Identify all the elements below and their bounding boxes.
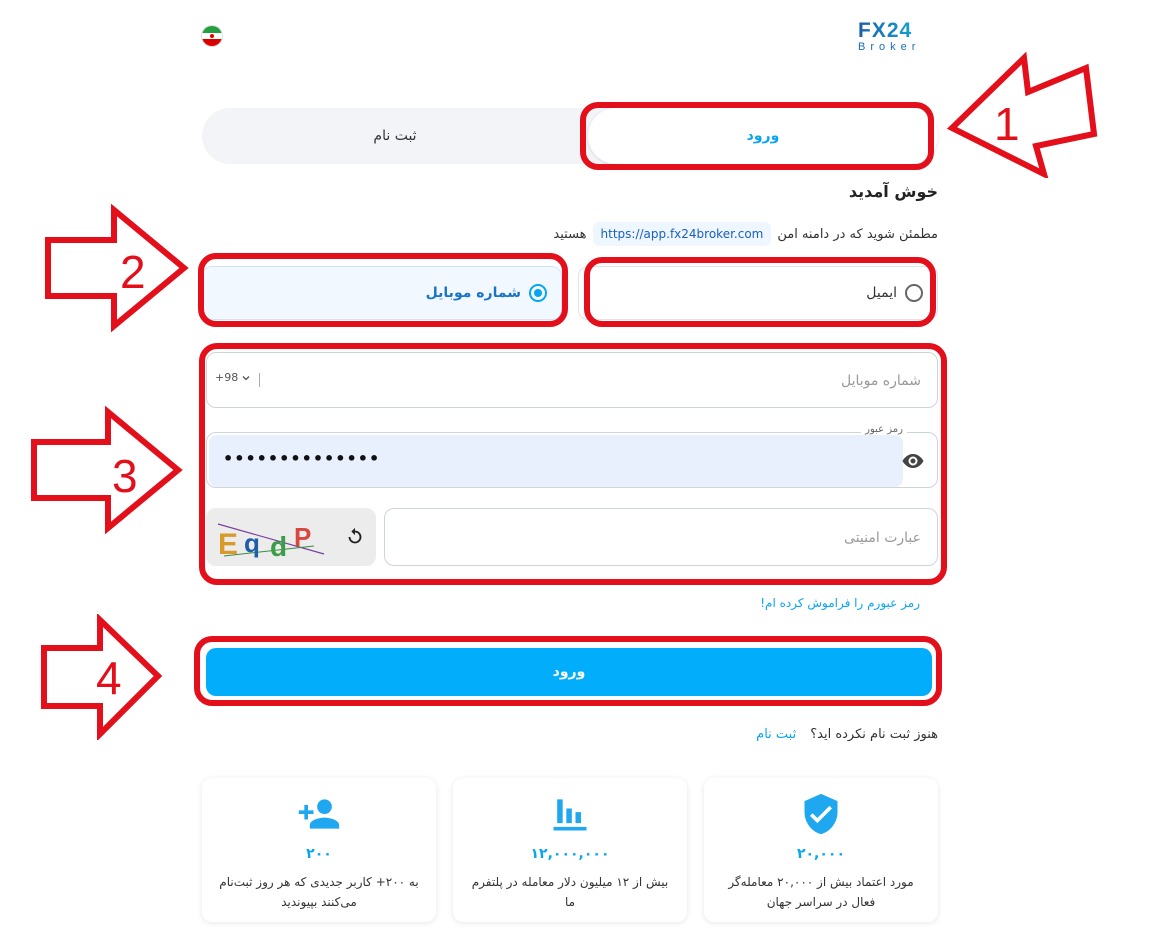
arrow-2-icon: 2 [45, 204, 189, 333]
bar-chart-icon [553, 799, 587, 831]
secure-notice-before: مطمئن شوید که در دامنه امن [777, 226, 938, 242]
highlight-mobile-option [198, 253, 568, 327]
stat-description: بیش از ۱۲ میلیون دلار معامله در پلتفرم م… [471, 875, 669, 909]
highlight-login-tab [580, 102, 934, 170]
stat-number: ۱۲,۰۰۰,۰۰۰ [530, 846, 610, 862]
stat-description: به ۲۰۰+ کاربر جدیدی که هر روز ثبت‌نام می… [219, 875, 419, 909]
logo-sub-text: Broker [858, 41, 921, 53]
language-flag-icon[interactable] [202, 26, 222, 46]
shield-check-icon [804, 793, 838, 835]
stat-description: مورد اعتماد بیش از ۲۰,۰۰۰ معامله‌گر فعال… [728, 875, 914, 909]
arrow-1-icon: 1 [946, 51, 1098, 178]
page-title: خوش آمدید [848, 182, 938, 201]
stat-number: ۲۰۰ [306, 846, 332, 862]
stat-card-traders: ۲۰,۰۰۰ مورد اعتماد بیش از ۲۰,۰۰۰ معامله‌… [704, 778, 938, 922]
fx24-logo[interactable]: FX24 Broker [858, 20, 940, 53]
highlight-form-fields [199, 343, 947, 585]
logo-main-text: FX24 [858, 20, 940, 41]
arrow-3-icon: 3 [31, 405, 183, 535]
annotation-4-label: 4 [96, 652, 122, 704]
stat-number: ۲۰,۰۰۰ [796, 846, 846, 862]
arrow-4-icon: 4 [41, 614, 162, 740]
stat-card-volume: ۱۲,۰۰۰,۰۰۰ بیش از ۱۲ میلیون دلار معامله … [453, 778, 687, 922]
highlight-submit [194, 636, 942, 706]
annotation-1-label: 1 [994, 98, 1020, 150]
highlight-email-option [584, 257, 936, 327]
tab-signup[interactable]: ثبت نام [202, 108, 588, 164]
annotation-2-label: 2 [120, 246, 146, 298]
annotation-3-label: 3 [112, 450, 138, 502]
no-account-question: هنوز ثبت نام نکرده اید؟ [810, 727, 938, 742]
add-user-icon [298, 799, 340, 829]
signup-link[interactable]: ثبت نام [756, 727, 796, 742]
secure-notice-after: هستید [553, 226, 587, 242]
secure-domain: https://app.fx24broker.com [592, 222, 772, 246]
stat-card-new-users: ۲۰۰ به ۲۰۰+ کاربر جدیدی که هر روز ثبت‌نا… [202, 778, 436, 922]
secure-domain-notice: مطمئن شوید که در دامنه امن https://app.f… [553, 220, 938, 248]
forgot-password-link[interactable]: رمز عبورم را فراموش کرده ام! [760, 596, 920, 610]
no-account-row: هنوز ثبت نام نکرده اید؟ ثبت نام [756, 727, 938, 742]
